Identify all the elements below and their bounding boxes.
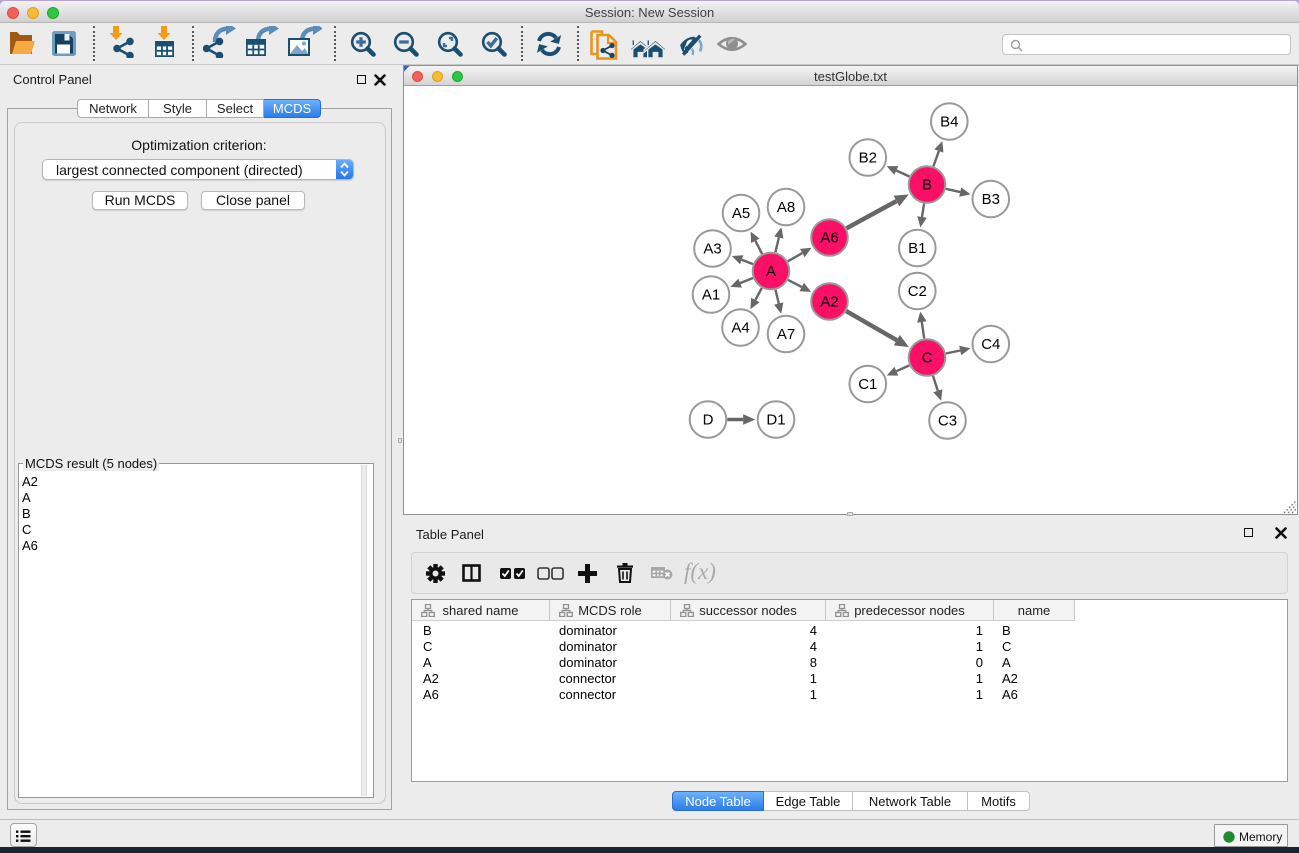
svg-text:D: D (703, 412, 714, 429)
svg-text:B1: B1 (908, 240, 926, 257)
svg-text:A1: A1 (702, 287, 720, 304)
svg-text:C: C (922, 350, 933, 367)
svg-text:A8: A8 (777, 199, 795, 216)
svg-text:B2: B2 (859, 150, 877, 167)
svg-text:A4: A4 (731, 320, 749, 337)
svg-text:B3: B3 (982, 191, 1000, 208)
svg-text:B4: B4 (940, 114, 958, 131)
svg-text:B: B (922, 177, 932, 194)
svg-text:C3: C3 (938, 413, 957, 430)
svg-text:D1: D1 (766, 412, 785, 429)
svg-text:A5: A5 (732, 205, 750, 222)
svg-text:A6: A6 (820, 230, 838, 247)
svg-text:A2: A2 (820, 294, 838, 311)
svg-text:C1: C1 (858, 376, 877, 393)
svg-text:C4: C4 (981, 336, 1000, 353)
svg-text:A3: A3 (703, 241, 721, 258)
svg-text:A7: A7 (777, 326, 795, 343)
svg-text:A: A (766, 263, 776, 280)
svg-text:C2: C2 (908, 283, 927, 300)
